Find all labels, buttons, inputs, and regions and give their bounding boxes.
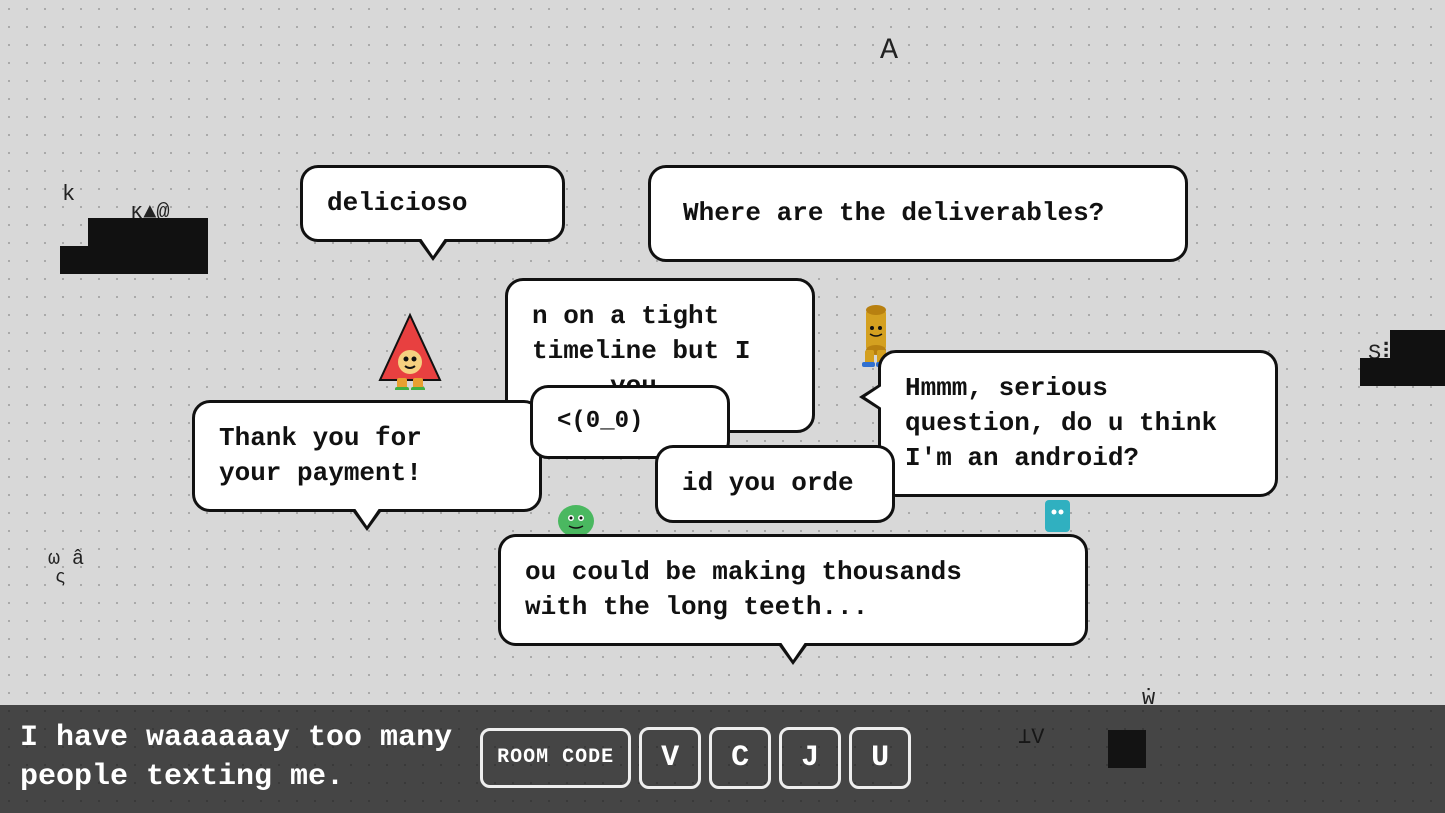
bubble-thankyou: Thank you foryour payment! [192, 400, 542, 512]
character-small [1040, 500, 1075, 532]
key-j-label: J [801, 741, 819, 775]
banner-message-text: I have waaaaaay too manypeople texting m… [20, 721, 452, 794]
bubble-delicioso: delicioso [300, 165, 565, 242]
bubble-deliverables: Where are the deliverables? [648, 165, 1188, 262]
bubble-order-text: id you orde [682, 468, 854, 498]
scatter-k: k [62, 182, 75, 207]
bubble-android: Hmmm, seriousquestion, do u thinkI'm an … [878, 350, 1278, 497]
scatter-omega-a: ω â [48, 548, 84, 571]
banner-message: I have waaaaaay too manypeople texting m… [20, 719, 452, 797]
black-bar-right-bot [1390, 358, 1445, 386]
key-u-button[interactable]: U [849, 727, 911, 789]
room-code-label: ROOM CODE [497, 746, 614, 770]
scatter-top-a: A [880, 34, 898, 68]
bubble-thousands-text: ou could be making thousandswith the lon… [525, 557, 962, 622]
bottom-banner: I have waaaaaay too manypeople texting m… [0, 705, 1445, 813]
scatter-omega-c: ς [55, 568, 66, 588]
key-v-button[interactable]: V [639, 727, 701, 789]
key-c-button[interactable]: C [709, 727, 771, 789]
key-j-button[interactable]: J [779, 727, 841, 789]
bubble-delicioso-text: delicioso [327, 188, 467, 218]
bubble-order: id you orde [655, 445, 895, 523]
black-bar-right-mid [1360, 358, 1390, 386]
bubble-face-text: <(0_0) [557, 408, 643, 435]
bubble-android-text: Hmmm, seriousquestion, do u thinkI'm an … [905, 373, 1217, 473]
key-v-label: V [661, 741, 679, 775]
bubble-deliverables-text: Where are the deliverables? [683, 198, 1104, 228]
black-bar-right-top [1390, 330, 1445, 358]
key-c-label: C [731, 741, 749, 775]
bubble-thankyou-text: Thank you foryour payment! [219, 423, 422, 488]
character-tent [375, 310, 445, 390]
room-code-button[interactable]: ROOM CODE [480, 728, 631, 788]
bubble-thousands: ou could be making thousandswith the lon… [498, 534, 1088, 646]
key-u-label: U [871, 741, 889, 775]
